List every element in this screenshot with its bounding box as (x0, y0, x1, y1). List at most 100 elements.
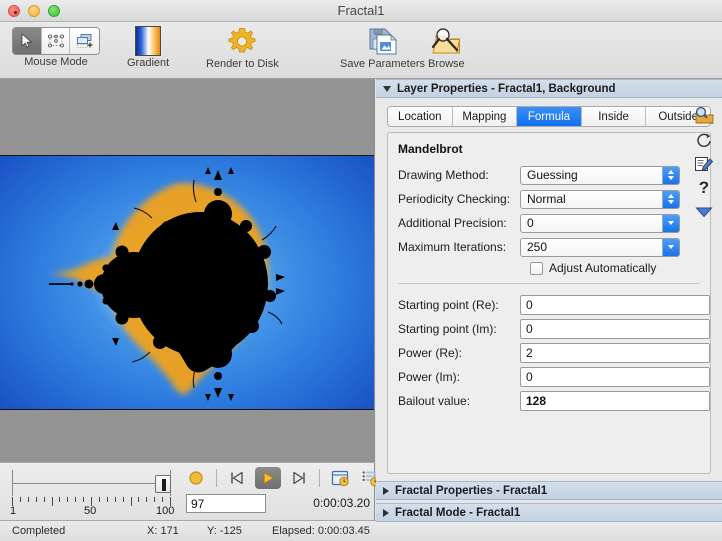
label-periodicity-checking: Periodicity Checking: (398, 192, 511, 206)
chevron-right-icon-2[interactable] (383, 508, 389, 517)
next-frame-button[interactable] (286, 467, 312, 489)
label-starting-point-re: Starting point (Re): (398, 298, 499, 312)
reset-circular-arrow-icon[interactable] (690, 128, 718, 152)
inspector-panel: Layer Properties - Fractal1, Background … (376, 79, 722, 522)
frame-number-input[interactable]: 97 (186, 494, 266, 513)
section-title-fractal-properties: Fractal Properties - Fractal1 (395, 484, 548, 497)
checkbox-adjust-automatically[interactable]: Adjust Automatically (530, 261, 656, 275)
combo-maximum-iterations[interactable]: 250 (520, 237, 680, 257)
fractal-render-canvas[interactable] (0, 79, 375, 462)
slider-tick (43, 497, 45, 502)
skip-back-icon (231, 471, 243, 485)
slider-tick (98, 497, 100, 502)
cursor-y-readout: Y: -125 (207, 525, 242, 537)
elapsed-time-readout: Elapsed: 0:00:03.45 (272, 525, 370, 537)
chevron-down-icon-precision[interactable] (662, 214, 679, 232)
formula-name-label: Mandelbrot (398, 142, 463, 156)
play-triangle-icon (263, 471, 275, 485)
combo-additional-precision[interactable]: 0 (520, 213, 680, 233)
status-text: Completed (12, 525, 66, 537)
toolbar-item-browse[interactable]: Browse (428, 26, 465, 70)
field-drawing-method: Drawing Method: Guessing (398, 165, 680, 185)
slider-tick (59, 497, 61, 502)
slider-tick (67, 497, 69, 502)
inspector-tab-bar: Location Mapping Formula Inside Outside (387, 106, 711, 127)
record-circle-icon (189, 471, 203, 485)
node-select-icon[interactable] (41, 28, 71, 54)
formula-tab-content: Mandelbrot Drawing Method: Guessing Peri… (387, 132, 711, 474)
value-additional-precision: 0 (527, 216, 534, 230)
input-power-re[interactable]: 2 (520, 343, 710, 363)
popup-stepper-icon[interactable] (662, 166, 679, 184)
section-header-fractal-mode[interactable]: Fractal Mode - Fractal1 (376, 503, 722, 522)
chevron-right-icon[interactable] (383, 486, 389, 495)
fractal-image[interactable] (0, 155, 374, 410)
label-power-im: Power (Im): (398, 370, 461, 384)
toolbar-item-render-to-disk[interactable]: Render to Disk (206, 26, 279, 70)
slider-tick (154, 497, 156, 502)
slider-max-label: 100 (156, 505, 175, 517)
label-starting-point-im: Starting point (Im): (398, 322, 497, 336)
chevron-down-icon[interactable] (383, 85, 391, 92)
browse-folder-magnifier-icon[interactable] (430, 26, 462, 57)
save-documents-icon[interactable] (366, 26, 399, 57)
help-question-icon[interactable]: ? (690, 176, 718, 200)
slider-tick (27, 497, 29, 502)
slider-mid-label: 50 (84, 505, 97, 517)
transport-controls (183, 466, 384, 490)
chevron-down-icon-iterations[interactable] (662, 238, 679, 256)
mouse-mode-segmented-control[interactable] (12, 27, 100, 55)
input-bailout-value[interactable]: 128 (520, 391, 710, 411)
tab-mapping[interactable]: Mapping (452, 107, 518, 126)
value-drawing-method: Guessing (527, 168, 578, 182)
divider (398, 283, 700, 284)
checkbox-label-adjust-automatically: Adjust Automatically (549, 261, 657, 275)
checkbox-box[interactable] (530, 261, 543, 275)
slider-track (12, 483, 170, 484)
input-power-im[interactable]: 0 (520, 367, 710, 387)
section-title-layer-properties: Layer Properties - Fractal1, Background (397, 82, 616, 95)
layer-add-icon[interactable] (70, 28, 99, 54)
input-starting-point-im[interactable]: 0 (520, 319, 710, 339)
collapse-triangle-icon[interactable] (690, 200, 718, 224)
label-drawing-method: Drawing Method: (398, 168, 489, 182)
input-starting-point-re[interactable]: 0 (520, 295, 710, 315)
gear-icon[interactable] (226, 26, 258, 57)
record-button[interactable] (183, 467, 209, 489)
tab-location[interactable]: Location (388, 107, 453, 126)
slider-tick (83, 497, 85, 502)
title-bar: Fractal1 (0, 0, 722, 22)
section-header-layer-properties[interactable]: Layer Properties - Fractal1, Background (376, 79, 722, 98)
toolbar-label-gradient: Gradient (127, 57, 170, 69)
field-bailout-value: Bailout value: 128 (398, 391, 710, 411)
popup-drawing-method[interactable]: Guessing (520, 165, 680, 185)
frame-slider[interactable]: 1 50 100 (8, 467, 176, 517)
slider-min-label: 1 (10, 505, 17, 517)
field-maximum-iterations: Maximum Iterations: 250 (398, 237, 680, 257)
cursor-arrow-icon[interactable] (13, 28, 42, 54)
window-clock-icon (331, 470, 349, 486)
field-additional-precision: Additional Precision: 0 (398, 213, 680, 233)
toolbar-item-gradient[interactable]: Gradient (127, 26, 169, 69)
toolbar-label-save-parameters: Save Parameters (340, 58, 425, 70)
popup-stepper-icon-2[interactable] (662, 190, 679, 208)
toolbar-label-mouse-mode: Mouse Mode (24, 56, 88, 68)
slider-thumb[interactable] (155, 475, 171, 493)
popup-periodicity-checking[interactable]: Normal (520, 189, 680, 209)
slider-tick (114, 497, 116, 502)
browse-formula-icon[interactable] (690, 104, 718, 128)
render-time-window-button[interactable] (327, 467, 353, 489)
slider-tick (106, 497, 108, 502)
section-header-fractal-properties[interactable]: Fractal Properties - Fractal1 (376, 481, 722, 500)
gradient-swatch-icon[interactable] (135, 26, 162, 56)
toolbar-item-save-parameters[interactable]: Save Parameters (340, 26, 425, 70)
edit-formula-icon[interactable] (690, 152, 718, 176)
tab-inside[interactable]: Inside (581, 107, 647, 126)
section-title-fractal-mode: Fractal Mode - Fractal1 (395, 506, 521, 519)
value-maximum-iterations: 250 (527, 240, 548, 254)
toolbar-label-render-to-disk: Render to Disk (206, 58, 279, 70)
play-button[interactable] (255, 467, 281, 489)
previous-frame-button[interactable] (224, 467, 250, 489)
tab-formula[interactable]: Formula (517, 107, 582, 126)
label-maximum-iterations: Maximum Iterations: (398, 240, 507, 254)
